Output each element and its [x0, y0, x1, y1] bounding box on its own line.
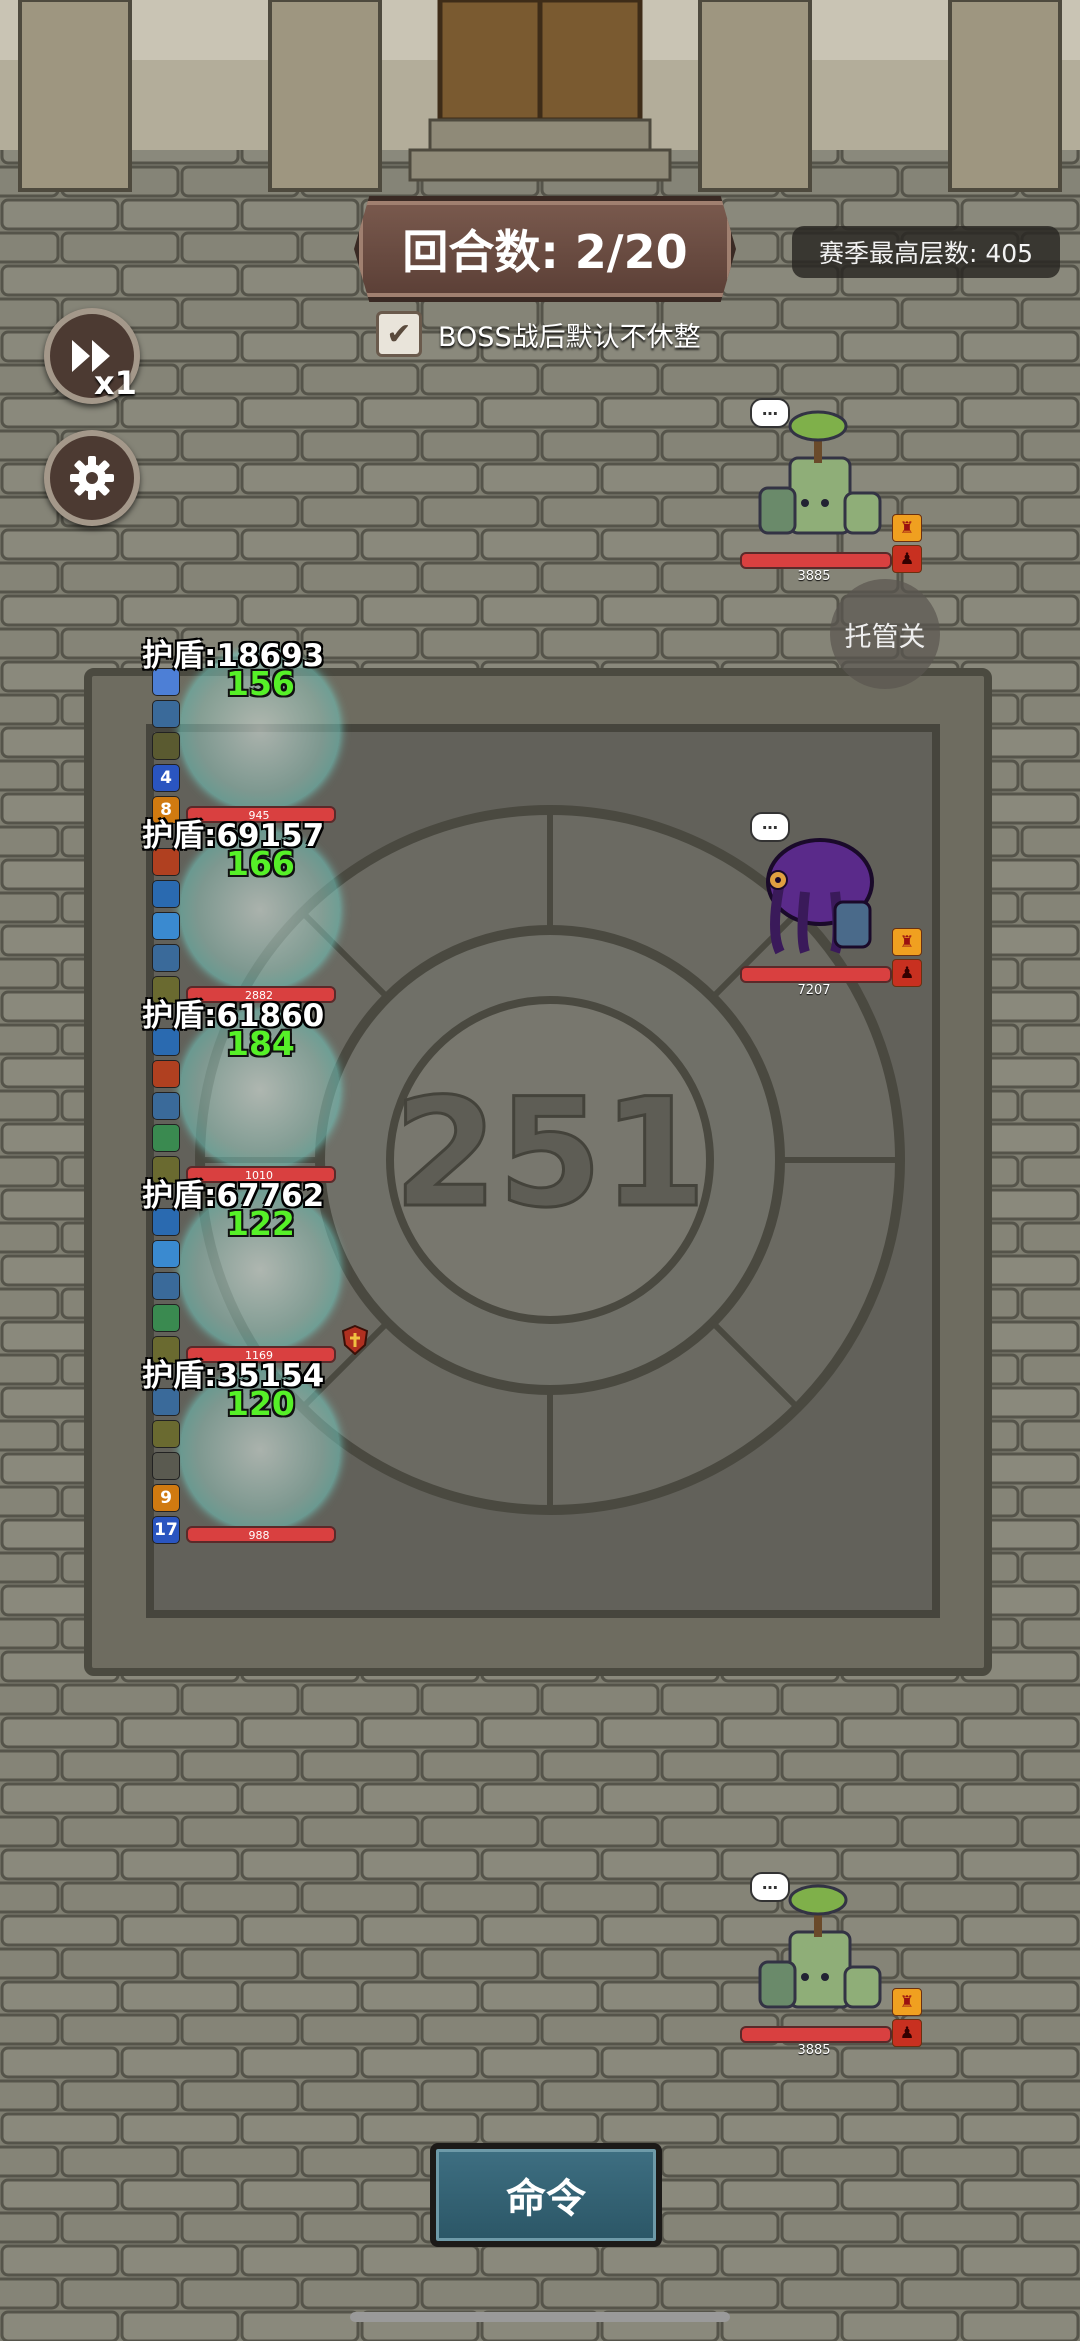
season-best-text: 赛季最高层数: 405: [818, 239, 1034, 268]
command-button-label: 命令: [506, 2176, 586, 2222]
enemy-status-icons: ♜ ♟: [892, 928, 922, 990]
auto-battle-label: 托管关: [844, 621, 926, 653]
enemy-hp-text: 7207: [797, 983, 831, 998]
purple-beast-sprite: [766, 838, 874, 955]
hero-buff-icons: [152, 1208, 182, 1368]
hero-unit[interactable]: 护盾:69157 166 2882: [90, 818, 340, 1010]
buff-icon: [152, 1092, 180, 1120]
buff-icon: [152, 880, 180, 908]
boss-rest-toggle[interactable]: ✔ BOSS战后默认不休整: [376, 311, 701, 357]
buff-icon: [152, 700, 180, 728]
buff-icon: [152, 1060, 180, 1088]
debuff-icon: ♟: [892, 959, 922, 987]
hero-buff-icons: 4 8: [152, 668, 182, 828]
hero-buff-icons: 9 17: [152, 1388, 182, 1548]
enemy-unit-golem[interactable]: … ♜ ♟ 3885: [740, 398, 950, 584]
hero-unit[interactable]: 护盾:61860 184 1010: [90, 998, 340, 1190]
enemy-unit-beast[interactable]: … ♜ ♟ 7207: [740, 812, 950, 998]
debuff-icon: ♟: [892, 2019, 922, 2047]
home-indicator[interactable]: [350, 2312, 730, 2322]
buff-icon: [152, 944, 180, 972]
hero-buff-icons: [152, 848, 182, 1008]
debuff-icon: ♟: [892, 545, 922, 573]
buff-icon: [152, 732, 180, 760]
checkbox-checked-icon[interactable]: ✔: [376, 311, 422, 357]
buff-icon: [152, 1452, 180, 1480]
heal-number: 166: [226, 844, 295, 883]
buff-icon: ♜: [892, 928, 922, 956]
enemy-hp-bar: [740, 2026, 892, 2043]
enemy-hp-bar: [740, 552, 892, 569]
buff-icon: [152, 1240, 180, 1268]
battle-screen: 251 回合数: 2/20 赛季最高层数: 405 ✔ BOSS战后默认不休整 …: [0, 0, 1080, 2341]
command-button[interactable]: 命令: [430, 2143, 662, 2247]
season-best-badge: 赛季最高层数: 405: [792, 226, 1060, 278]
enemy-status-icons: ♜ ♟: [892, 1988, 922, 2050]
heal-number: 184: [226, 1024, 295, 1063]
stone-golem-sprite: [758, 410, 882, 535]
enemy-hp-text: 3885: [797, 569, 831, 584]
floor-number-engraving: 251: [393, 1067, 706, 1241]
heal-number: 122: [226, 1204, 295, 1243]
buff-icon: [152, 912, 180, 940]
enemy-hp-bar: [740, 966, 892, 983]
hero-unit[interactable]: 9 17 护盾:35154 120 988: [90, 1358, 340, 1550]
buff-icon: [152, 1124, 180, 1152]
hero-buff-icons: [152, 1028, 182, 1188]
boss-rest-label: BOSS战后默认不休整: [438, 321, 701, 353]
heal-number: 120: [226, 1384, 295, 1423]
buff-icon: ♜: [892, 1988, 922, 2016]
hero-hp-text: 988: [248, 1529, 270, 1542]
speed-multiplier: x1: [94, 364, 137, 402]
buff-icon: [152, 1420, 180, 1448]
auto-battle-toggle[interactable]: 托管关: [830, 579, 940, 689]
buff-icon: 9: [152, 1484, 180, 1512]
buff-icon: [152, 1272, 180, 1300]
heal-number: 156: [226, 664, 295, 703]
enemy-hp-text: 3885: [797, 2043, 831, 2058]
hero-unit[interactable]: 4 8 护盾:18693 156 945: [90, 638, 340, 830]
buff-icon: 17: [152, 1516, 180, 1544]
buff-icon: ♜: [892, 514, 922, 542]
buff-icon: 4: [152, 764, 180, 792]
buff-icon: [152, 1304, 180, 1332]
round-counter-text: 回合数: 2/20: [402, 225, 688, 279]
gear-icon: [70, 456, 114, 500]
guard-shield-icon: [342, 1325, 368, 1355]
round-counter: 回合数: 2/20: [354, 196, 736, 302]
settings-button[interactable]: [44, 430, 140, 526]
enemy-unit-golem[interactable]: … ♜ ♟ 3885: [740, 1872, 950, 2058]
stone-golem-sprite: [758, 1884, 882, 2009]
enemy-status-icons: ♜ ♟: [892, 514, 922, 576]
hero-unit[interactable]: 护盾:67762 122 1169: [90, 1178, 340, 1370]
